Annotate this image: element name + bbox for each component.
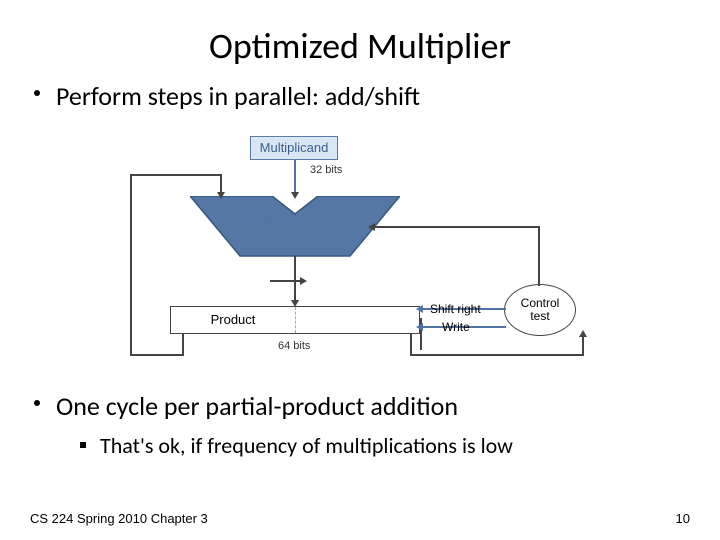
- slide: Optimized Multiplier Perform steps in pa…: [0, 0, 720, 540]
- line: [130, 354, 184, 356]
- bullet-dot-icon: [34, 400, 40, 406]
- bullet-cycle: One cycle per partial-product addition: [56, 390, 458, 422]
- multiplicand-box: Multiplicand: [250, 136, 338, 160]
- multiplier-diagram: Multiplicand 32 bits 32-bit ALU Product …: [120, 130, 600, 370]
- arrowhead-left-icon: [416, 305, 423, 313]
- arrowhead-left-icon: [368, 223, 375, 231]
- sub-bullet-frequency: That's ok, if frequency of multiplicatio…: [100, 432, 513, 459]
- bullet-text: Perform steps in parallel: add/shift: [56, 80, 420, 112]
- line: [410, 334, 412, 354]
- line: [130, 174, 220, 176]
- bullet-text: One cycle per partial-product addition: [56, 390, 458, 422]
- line: [410, 354, 584, 356]
- line: [270, 280, 300, 282]
- page-number: 10: [676, 511, 690, 526]
- bullet-dot-icon: [34, 90, 40, 96]
- control-test-node: Control test: [504, 284, 576, 336]
- slide-title: Optimized Multiplier: [0, 24, 720, 68]
- arrowhead-down-icon: [217, 192, 225, 199]
- product-box: Product: [170, 306, 420, 334]
- shift-right-label: Shift right: [430, 302, 481, 316]
- line: [538, 226, 540, 286]
- control-label-2: test: [505, 310, 575, 323]
- product-bits-label: 64 bits: [278, 340, 310, 352]
- write-label: Write: [442, 320, 470, 334]
- bullet-parallel: Perform steps in parallel: add/shift: [56, 80, 420, 112]
- multiplicand-bits-label: 32 bits: [310, 164, 342, 176]
- arrowhead-left-icon: [416, 323, 423, 331]
- footer-course: CS 224 Spring 2010 Chapter 3: [30, 511, 208, 526]
- line: [582, 334, 584, 356]
- line: [372, 226, 540, 228]
- arrowhead-up-icon: [579, 330, 587, 337]
- line: [182, 334, 184, 354]
- product-label: Product: [171, 307, 296, 333]
- sub-bullet-text: That's ok, if frequency of multiplicatio…: [100, 432, 513, 459]
- arrowhead-right-icon: [300, 277, 307, 285]
- bullet-square-icon: [80, 442, 86, 448]
- line: [294, 160, 296, 196]
- alu-label: 32-bit ALU: [238, 210, 299, 225]
- line: [130, 174, 132, 356]
